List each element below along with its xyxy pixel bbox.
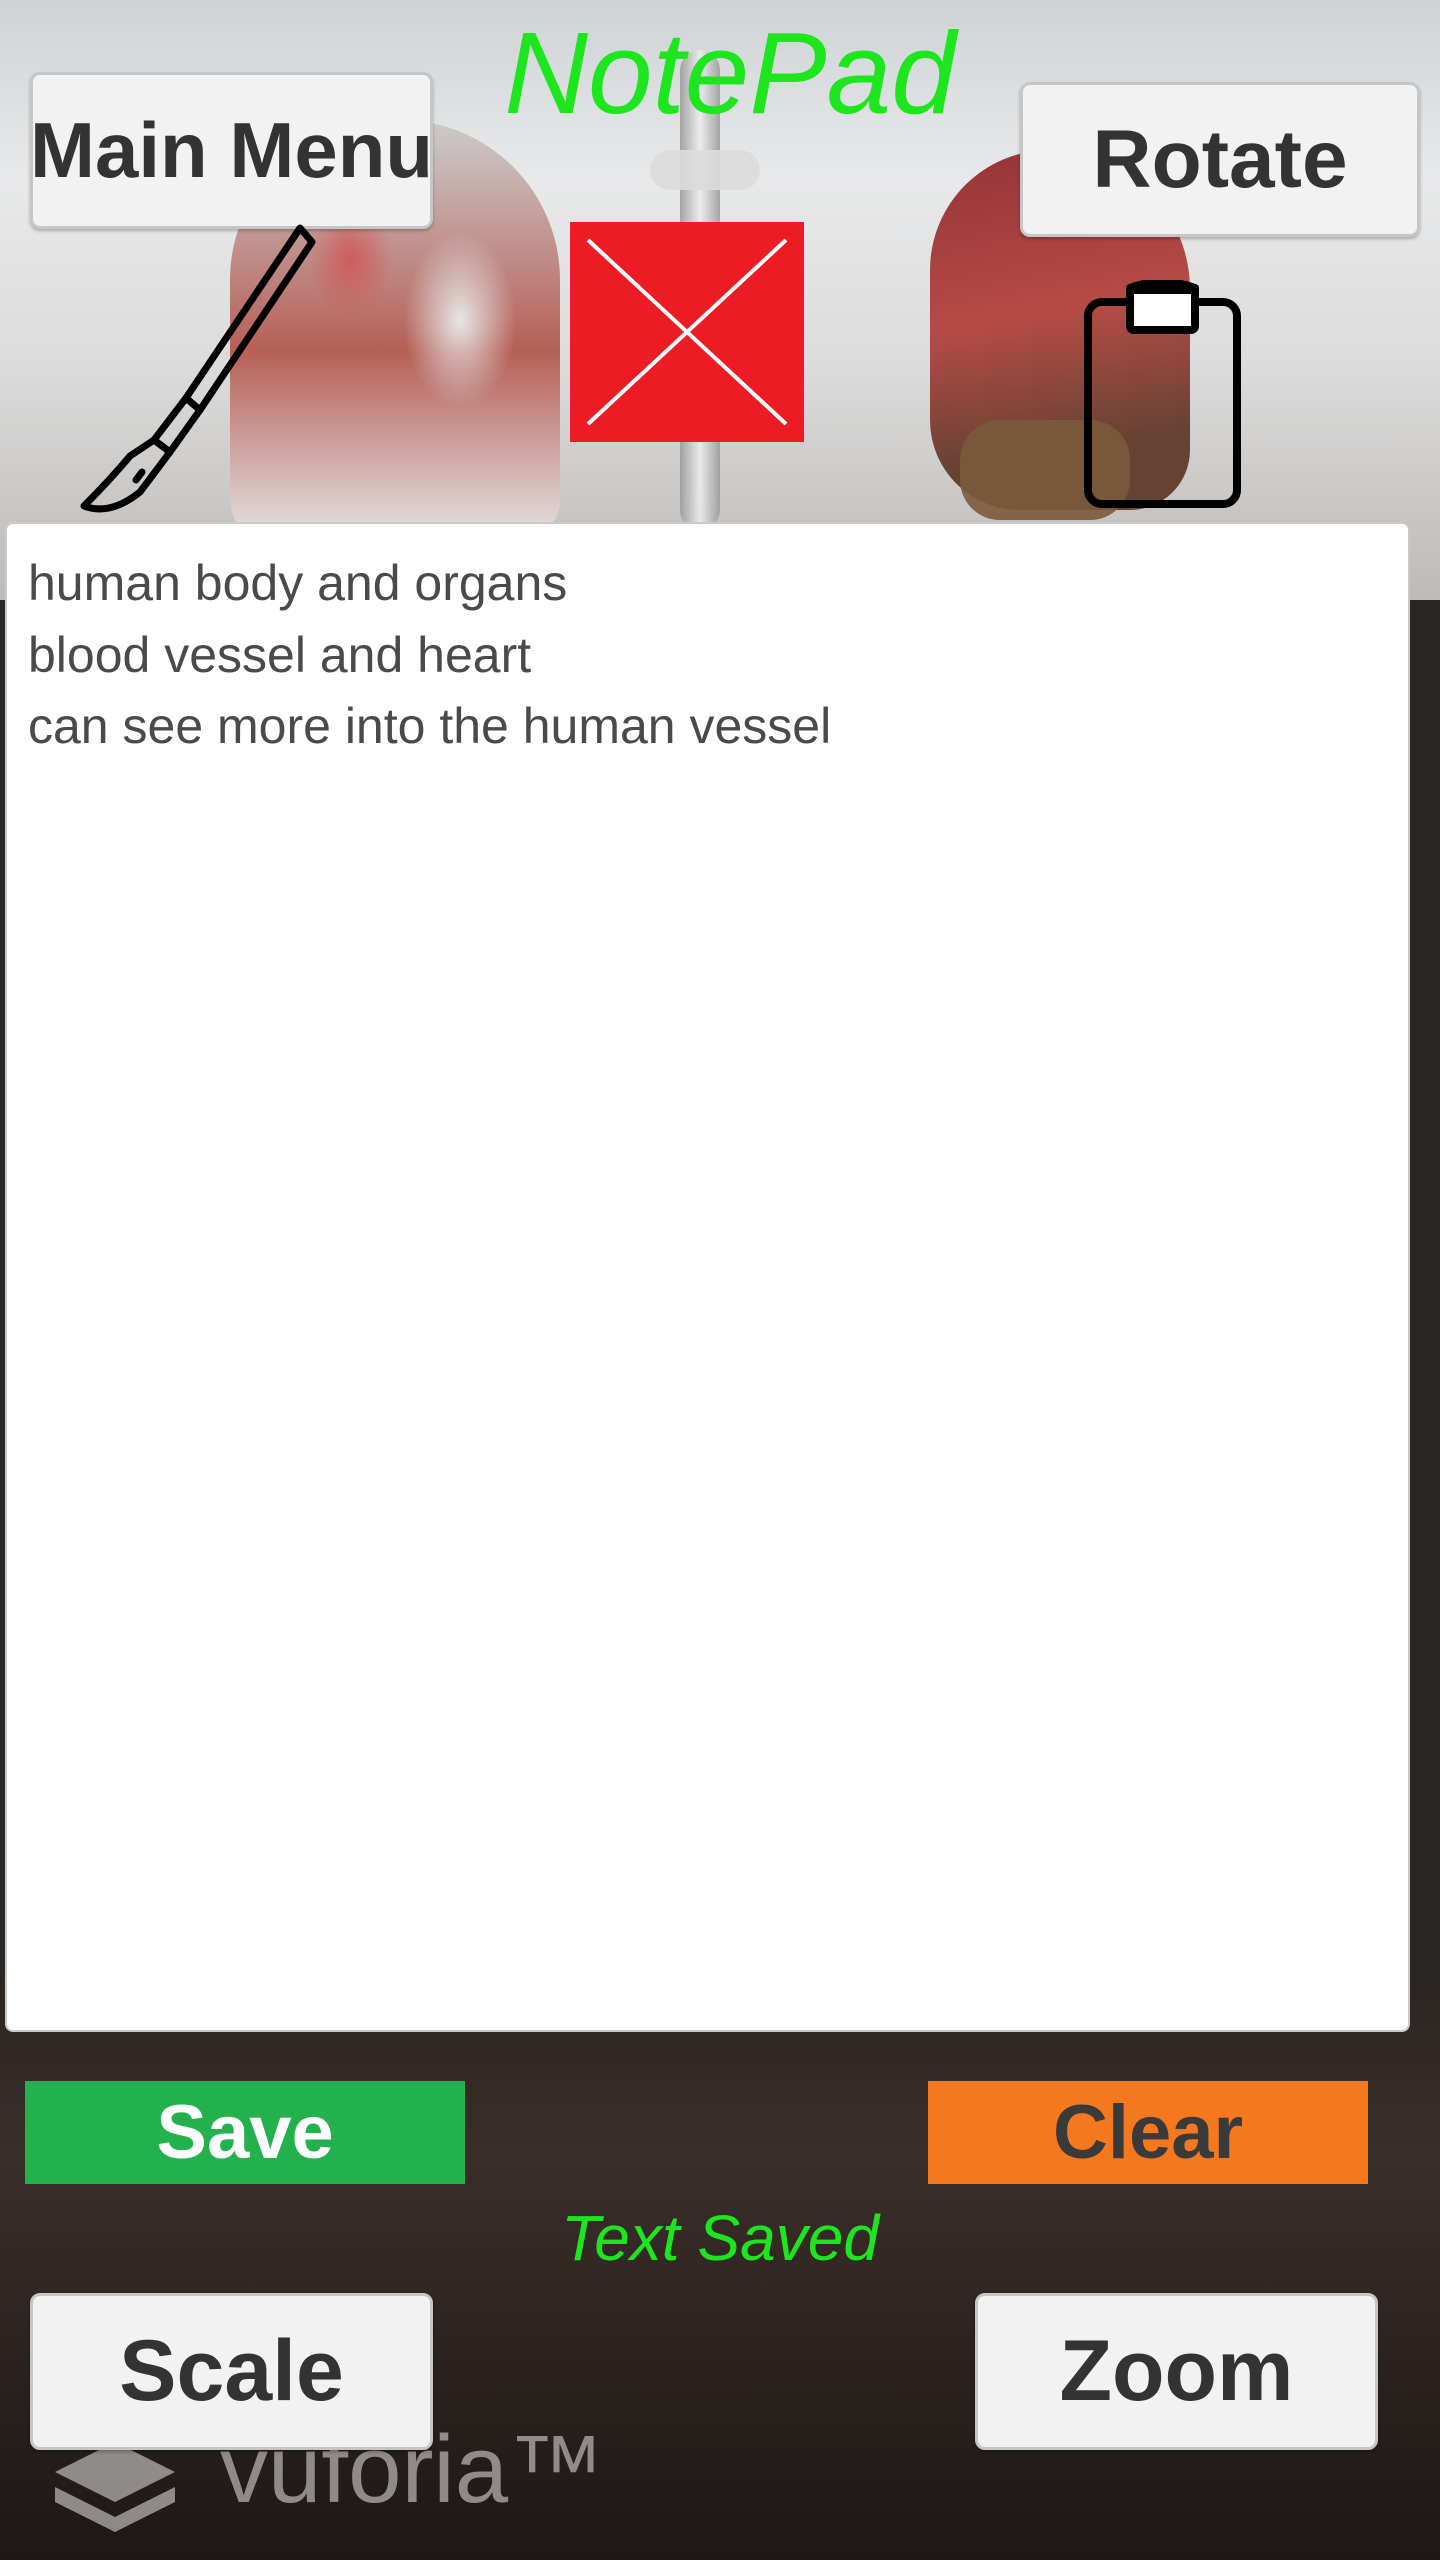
save-button[interactable]: Save: [25, 2081, 465, 2184]
note-line: can see more into the human vessel: [28, 698, 832, 754]
scalpel-icon[interactable]: [80, 220, 320, 520]
skeleton-shoulders: [650, 150, 760, 190]
close-icon[interactable]: [570, 222, 804, 442]
clear-button[interactable]: Clear: [928, 2081, 1368, 2184]
rotate-button[interactable]: Rotate: [1020, 82, 1420, 237]
save-status-message: Text Saved: [561, 2202, 879, 2274]
main-menu-button[interactable]: Main Menu: [30, 72, 433, 229]
note-line: blood vessel and heart: [28, 627, 532, 683]
note-line: human body and organs: [28, 555, 568, 611]
zoom-button[interactable]: Zoom: [975, 2293, 1378, 2450]
scale-button[interactable]: Scale: [30, 2293, 433, 2450]
clipboard-icon[interactable]: [1080, 278, 1245, 510]
app-title: NotePad: [504, 8, 956, 138]
